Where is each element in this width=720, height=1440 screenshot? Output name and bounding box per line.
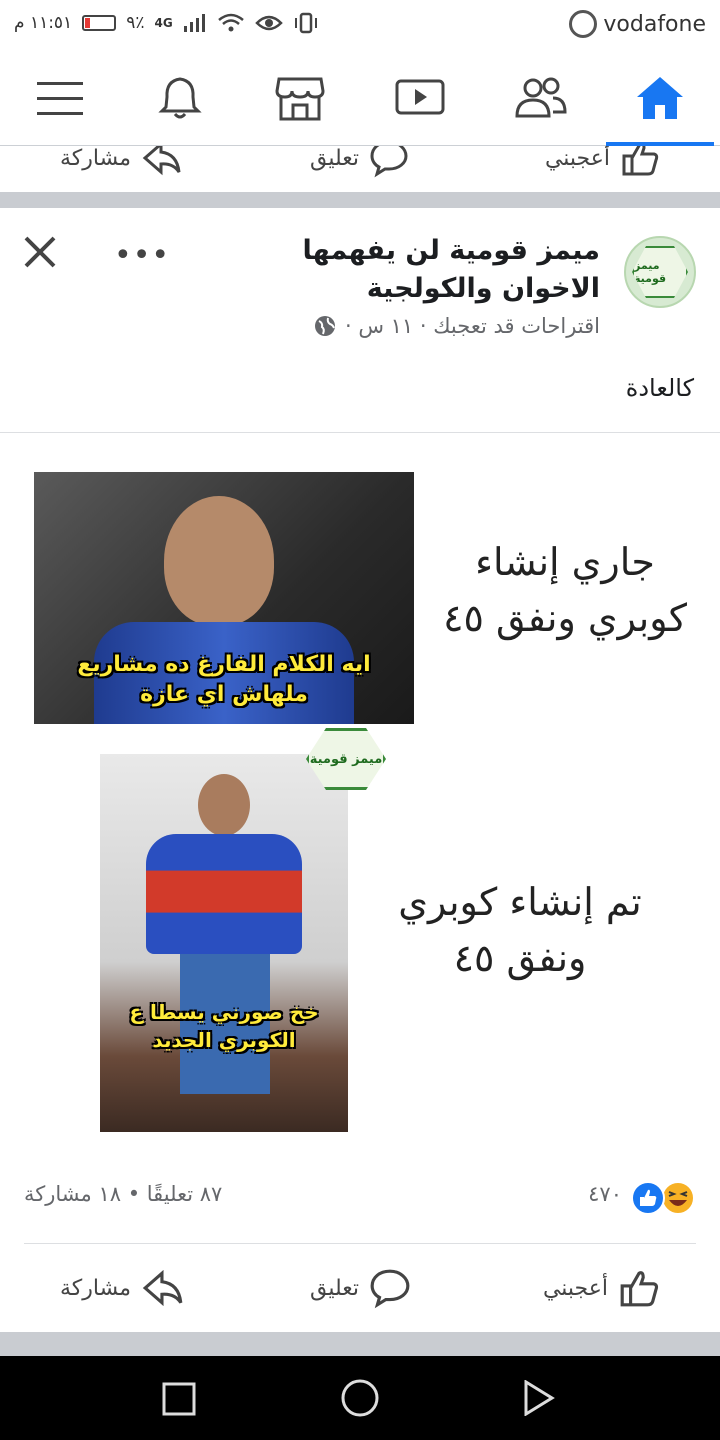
status-left: ١١:٥١ م ٩٪ 4G	[14, 12, 319, 34]
home-circle-icon[interactable]	[340, 1378, 380, 1418]
share-label: مشاركة	[60, 1275, 132, 1301]
globe-icon	[314, 316, 335, 336]
top-caption: جاري إنشاء كوبري ونفق ٤٥	[443, 540, 687, 640]
comment-label: تعليق	[310, 1275, 360, 1301]
eye-icon	[254, 15, 283, 31]
back-icon[interactable]	[522, 1380, 556, 1416]
clock: ١١:٥١ م	[14, 13, 73, 33]
nav-home[interactable]	[600, 50, 720, 146]
bottom-photo-caption: خخ صورني يسطا ع الكوبري الجديد	[129, 1000, 319, 1052]
more-options-icon[interactable]: •••	[114, 238, 170, 273]
network-type: 4G	[154, 16, 173, 30]
wifi-icon	[217, 13, 244, 32]
top-photo-caption: ايه الكلام الفارغ ده مشاريع ملهاش اي عاز…	[77, 652, 371, 707]
face-shape-2	[198, 774, 250, 836]
share-button[interactable]: مشاركة	[60, 1264, 185, 1312]
avatar-logo: ميمز قومية	[632, 246, 688, 298]
battery-icon	[82, 15, 117, 31]
whatsapp-icon	[569, 10, 598, 38]
divider	[24, 1243, 696, 1244]
reactions-row[interactable]: ٤٧٠ ٨٧ تعليقًا • ١٨ مشاركة	[0, 1154, 720, 1244]
post-text: كالعادة	[625, 374, 694, 402]
carrier-name: vodafone	[603, 11, 706, 37]
post-header: ميمز قومية ميمز قومية لن يفهمها الاخوان …	[0, 208, 720, 434]
feed-separator	[0, 1332, 720, 1356]
top-nav	[0, 50, 720, 146]
page-avatar[interactable]: ميمز قومية	[624, 236, 696, 308]
nav-marketplace[interactable]	[240, 50, 360, 146]
vibrate-icon	[294, 12, 317, 34]
reaction-icons	[624, 1180, 696, 1216]
hamburger-menu-icon	[37, 82, 83, 115]
thumbs-up-icon	[620, 1271, 659, 1307]
meme-photo-top: ايه الكلام الفارغ ده مشاريع ملهاش اي عاز…	[34, 472, 414, 724]
signal-icon	[183, 14, 205, 32]
feed-separator	[0, 192, 720, 208]
like-button[interactable]: أعجبني	[543, 1264, 660, 1312]
recents-icon[interactable]	[162, 1382, 196, 1416]
face-shape	[164, 496, 274, 626]
bell-icon	[158, 77, 202, 119]
divider	[0, 432, 720, 433]
bottom-caption: تم إنشاء كوبري ونفق ٤٥	[398, 880, 642, 980]
comment-share-stats[interactable]: ٨٧ تعليقًا • ١٨ مشاركة	[24, 1182, 222, 1206]
nav-friends[interactable]	[480, 50, 600, 146]
video-icon	[395, 79, 445, 115]
carrier: vodafone	[569, 10, 706, 38]
post-meta: اقتراحات قد تعجبك · ١١ س ·	[313, 314, 600, 338]
nav-watch[interactable]	[360, 50, 480, 146]
page-name[interactable]: ميمز قومية لن يفهمها الاخوان والكولجية	[240, 232, 600, 308]
like-label: أعجبني	[542, 1275, 608, 1301]
post-meta-text: اقتراحات قد تعجبك · ١١ س ·	[344, 314, 600, 338]
comment-button[interactable]: تعليق	[310, 1264, 411, 1312]
home-icon	[637, 77, 683, 119]
share-icon	[142, 1269, 183, 1307]
post-actions: أعجبني تعليق مشاركة	[0, 1246, 720, 1332]
post-image[interactable]: ايه الكلام الفارغ ده مشاريع ملهاش اي عاز…	[0, 434, 720, 1152]
nav-menu[interactable]	[0, 50, 120, 146]
store-icon	[275, 77, 325, 121]
close-icon[interactable]	[22, 234, 58, 270]
like-reaction-icon	[631, 1181, 665, 1215]
friends-icon	[515, 77, 567, 118]
comment-icon	[370, 1269, 410, 1309]
system-nav-bar	[0, 1356, 720, 1440]
jacket-shape-2	[146, 834, 302, 954]
status-bar: ١١:٥١ م ٩٪ 4G vodafone	[0, 0, 720, 50]
meme-photo-bottom: خخ صورني يسطا ع الكوبري الجديد	[100, 754, 348, 1132]
battery-percent: ٩٪	[126, 13, 145, 33]
nav-notifications[interactable]	[120, 50, 240, 146]
reactions-count: ٤٧٠	[588, 1182, 622, 1206]
